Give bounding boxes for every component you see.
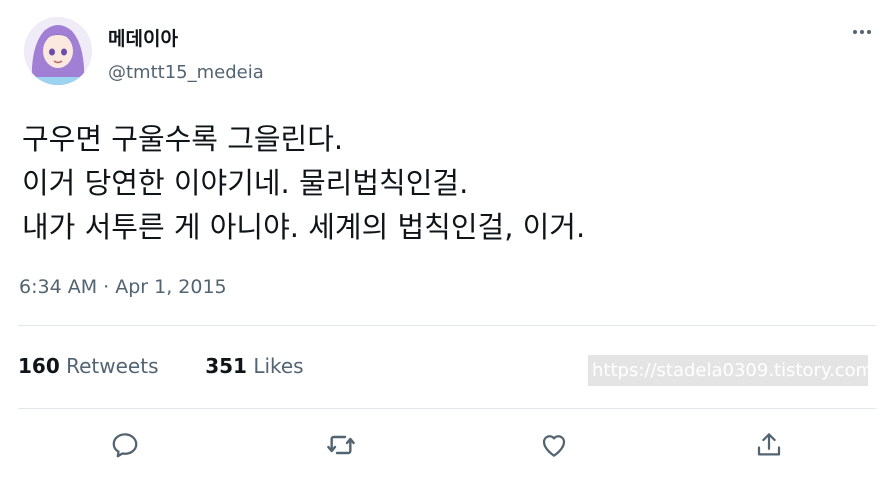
retweets-count: 160 xyxy=(18,354,60,378)
tweet-text-line: 구우면 구울수록 그을린다. xyxy=(22,122,344,156)
retweets-label: Retweets xyxy=(66,354,159,378)
share-icon[interactable] xyxy=(752,428,786,462)
user-handle[interactable]: @tmtt15_medeia xyxy=(108,62,264,83)
tweet-text: 구우면 구울수록 그을린다. 이거 당연한 이야기네. 물리법칙인걸. 내가 서… xyxy=(22,117,872,249)
like-icon[interactable] xyxy=(537,428,571,462)
engagement-stats: 160 Retweets 351 Likes xyxy=(18,354,304,378)
tweet-text-line: 내가 서투른 게 아니야. 세계의 법칙인걸, 이거. xyxy=(22,210,586,244)
display-name[interactable]: 메데이아 xyxy=(108,24,178,51)
retweets-stat[interactable]: 160 Retweets xyxy=(18,354,165,378)
tweet-timestamp[interactable]: 6:34 AM · Apr 1, 2015 xyxy=(19,276,227,298)
divider xyxy=(18,408,876,409)
tweet-actions xyxy=(0,420,894,470)
likes-label: Likes xyxy=(253,354,304,378)
likes-count: 351 xyxy=(205,354,247,378)
watermark: https://stadela0309.tistory.com xyxy=(588,355,868,386)
tweet-text-line: 이거 당연한 이야기네. 물리법칙인걸. xyxy=(22,166,469,200)
avatar-image xyxy=(24,17,92,85)
likes-stat[interactable]: 351 Likes xyxy=(205,354,303,378)
divider xyxy=(18,325,876,326)
retweet-icon[interactable] xyxy=(324,428,358,462)
avatar[interactable] xyxy=(24,17,92,85)
reply-icon[interactable] xyxy=(108,428,142,462)
more-horizontal-icon[interactable] xyxy=(848,20,876,44)
